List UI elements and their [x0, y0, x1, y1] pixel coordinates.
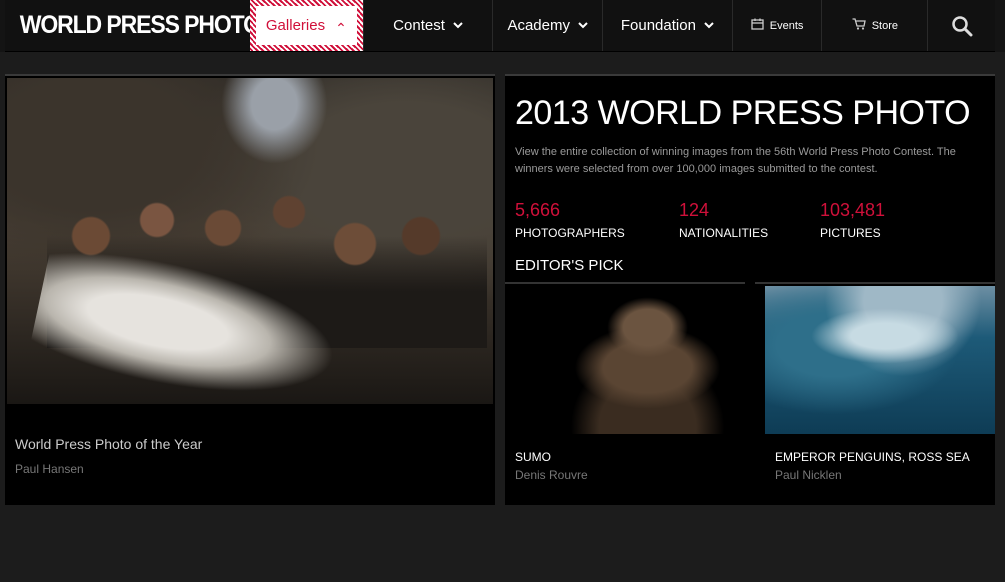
- stat-pictures: 103,481 PICTURES: [820, 200, 885, 240]
- stat-value: 103,481: [820, 200, 886, 220]
- pick-photo[interactable]: [765, 286, 995, 434]
- stat-label: PICTURES: [820, 226, 881, 240]
- stat-value: 124: [679, 200, 710, 220]
- pick-photo-ice: [805, 306, 965, 366]
- search-button[interactable]: [927, 0, 995, 51]
- nav-galleries-label: Galleries: [265, 17, 326, 34]
- nav-foundation[interactable]: Foundation: [602, 0, 732, 51]
- cart-icon: [852, 18, 866, 33]
- nav-foundation-label: Foundation: [620, 17, 696, 34]
- contest-info-panel: 2013 WORLD PRESS PHOTO View the entire c…: [505, 74, 995, 505]
- nav-store[interactable]: Store: [821, 0, 927, 51]
- page-description: View the entire collection of winning im…: [515, 146, 956, 175]
- divider: [755, 282, 995, 284]
- hero-credit: Paul Hansen: [15, 462, 84, 476]
- pick-title[interactable]: EMPEROR PENGUINS, ROSS SEA: [765, 450, 995, 464]
- hero-panel[interactable]: World Press Photo of the Year Paul Hanse…: [5, 74, 495, 505]
- nav-academy[interactable]: Academy: [492, 0, 602, 51]
- editors-pick-card-sumo[interactable]: SUMO Denis Rouvre: [505, 286, 735, 482]
- search-icon: [951, 15, 973, 37]
- site-logo[interactable]: WORLD PRESS PHOTO: [5, 0, 261, 51]
- chevron-down-icon: [453, 20, 463, 32]
- stat-photographers: 5,666 PHOTOGRAPHERS: [515, 200, 625, 240]
- hero-photo[interactable]: [7, 78, 493, 404]
- pick-photo[interactable]: [505, 286, 735, 434]
- editors-pick-card-penguins[interactable]: EMPEROR PENGUINS, ROSS SEA Paul Nicklen: [765, 286, 995, 482]
- stat-nationalities: 124 NATIONALITIES: [679, 200, 768, 240]
- chevron-down-icon: [704, 20, 714, 32]
- nav-contest-label: Contest: [393, 17, 445, 34]
- nav-academy-label: Academy: [507, 17, 570, 34]
- nav-galleries[interactable]: Galleries ⌃: [250, 0, 363, 51]
- divider: [505, 282, 745, 284]
- stat-value: 5,666: [515, 200, 561, 220]
- stat-label: PHOTOGRAPHERS: [515, 226, 625, 240]
- nav-container: WORLD PRESS PHOTO Galleries ⌃ Contest Ac…: [5, 0, 995, 52]
- pick-author: Denis Rouvre: [515, 468, 588, 482]
- pick-title[interactable]: SUMO: [505, 450, 735, 464]
- nav-events-label: Events: [769, 19, 804, 32]
- nav-events[interactable]: Events: [731, 0, 822, 51]
- page-title: 2013 WORLD PRESS PHOTO: [515, 94, 971, 132]
- calendar-icon: [751, 18, 764, 33]
- nav-contest[interactable]: Contest: [362, 0, 493, 51]
- editors-pick-heading: EDITOR'S PICK: [515, 257, 624, 274]
- pick-author: Paul Nicklen: [775, 468, 842, 482]
- stat-label: NATIONALITIES: [679, 226, 769, 240]
- nav-store-label: Store: [871, 19, 898, 32]
- top-navigation-bar: WORLD PRESS PHOTO Galleries ⌃ Contest Ac…: [0, 0, 1005, 52]
- chevron-down-icon: [578, 20, 588, 32]
- hero-caption[interactable]: World Press Photo of the Year: [15, 436, 202, 452]
- chevron-up-icon: ⌃: [335, 20, 347, 36]
